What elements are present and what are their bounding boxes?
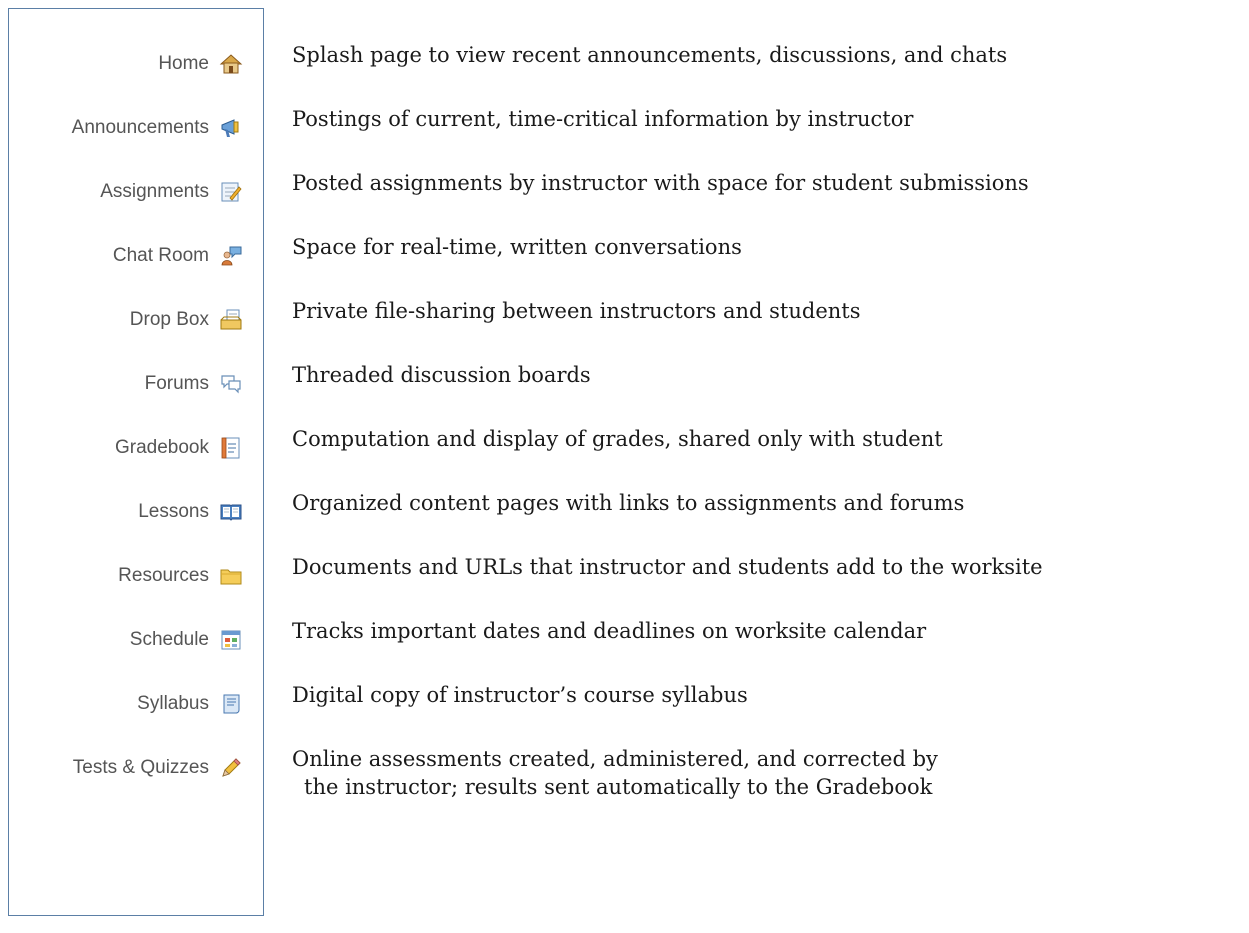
description-line: Online assessments created, administered… [292, 747, 938, 771]
description-line: Tracks important dates and deadlines on … [292, 619, 927, 643]
nav-label-assignments: Assignments [100, 181, 209, 202]
nav-label-schedule: Schedule [129, 629, 209, 650]
nav-label-chat-room: Chat Room [112, 245, 209, 266]
description-assignments: Posted assignments by instructor with sp… [292, 169, 1242, 197]
nav-item-chat-room[interactable]: Chat Room [113, 236, 243, 276]
syllabus-icon [219, 692, 243, 716]
description-forums: Threaded discussion boards [292, 361, 1242, 389]
description-home: Splash page to view recent announcements… [292, 41, 1242, 69]
chat-room-icon [219, 244, 243, 268]
nav-item-schedule[interactable]: Schedule [130, 620, 243, 660]
description-line: Computation and display of grades, share… [292, 427, 943, 451]
nav-item-syllabus[interactable]: Syllabus [137, 684, 243, 724]
description-gradebook: Computation and display of grades, share… [292, 425, 1242, 453]
description-line: Digital copy of instructor’s course syll… [292, 683, 748, 707]
nav-label-tests-quizzes: Tests & Quizzes [72, 757, 209, 778]
description-lessons: Organized content pages with links to as… [292, 489, 1242, 517]
nav-label-home: Home [158, 53, 209, 74]
description-line: Posted assignments by instructor with sp… [292, 171, 1029, 195]
nav-label-announcements: Announcements [71, 117, 209, 138]
nav-item-lessons[interactable]: Lessons [138, 492, 243, 532]
nav-item-drop-box[interactable]: Drop Box [130, 300, 243, 340]
nav-label-lessons: Lessons [138, 501, 209, 522]
forums-icon [219, 372, 243, 396]
tool-menu: Home Announcements Assignments Chat Room… [8, 8, 264, 916]
lessons-icon [219, 500, 243, 524]
drop-box-icon [219, 308, 243, 332]
nav-label-resources: Resources [118, 565, 209, 586]
description-line: Threaded discussion boards [292, 363, 591, 387]
schedule-icon [219, 628, 243, 652]
gradebook-icon [219, 436, 243, 460]
resources-icon [219, 564, 243, 588]
description-chat-room: Space for real-time, written conversatio… [292, 233, 1242, 261]
nav-item-announcements[interactable]: Announcements [72, 108, 243, 148]
description-line: Space for real-time, written conversatio… [292, 235, 742, 259]
description-line: Splash page to view recent announcements… [292, 43, 1008, 67]
description-announcements: Postings of current, time-critical infor… [292, 105, 1242, 133]
description-resources: Documents and URLs that instructor and s… [292, 553, 1242, 581]
description-line: the instructor; results sent automatical… [304, 775, 933, 799]
description-tests-quizzes: Online assessments created, administered… [292, 745, 1242, 801]
nav-item-forums[interactable]: Forums [145, 364, 243, 404]
nav-item-resources[interactable]: Resources [118, 556, 243, 596]
description-line: Postings of current, time-critical infor… [292, 107, 914, 131]
nav-item-gradebook[interactable]: Gradebook [115, 428, 243, 468]
nav-item-assignments[interactable]: Assignments [100, 172, 243, 212]
nav-item-home[interactable]: Home [158, 44, 243, 84]
announcements-icon [219, 116, 243, 140]
description-line: Documents and URLs that instructor and s… [292, 555, 1043, 579]
nav-item-tests-quizzes[interactable]: Tests & Quizzes [73, 748, 243, 788]
description-line: Private file-sharing between instructors… [292, 299, 861, 323]
home-icon [219, 52, 243, 76]
description-drop-box: Private file-sharing between instructors… [292, 297, 1242, 325]
nav-label-gradebook: Gradebook [114, 437, 209, 458]
assignments-icon [219, 180, 243, 204]
description-line: Organized content pages with links to as… [292, 491, 965, 515]
description-schedule: Tracks important dates and deadlines on … [292, 617, 1242, 645]
nav-label-syllabus: Syllabus [137, 693, 209, 714]
tests-quizzes-icon [219, 756, 243, 780]
nav-label-drop-box: Drop Box [129, 309, 209, 330]
nav-label-forums: Forums [144, 373, 209, 394]
description-syllabus: Digital copy of instructor’s course syll… [292, 681, 1242, 709]
